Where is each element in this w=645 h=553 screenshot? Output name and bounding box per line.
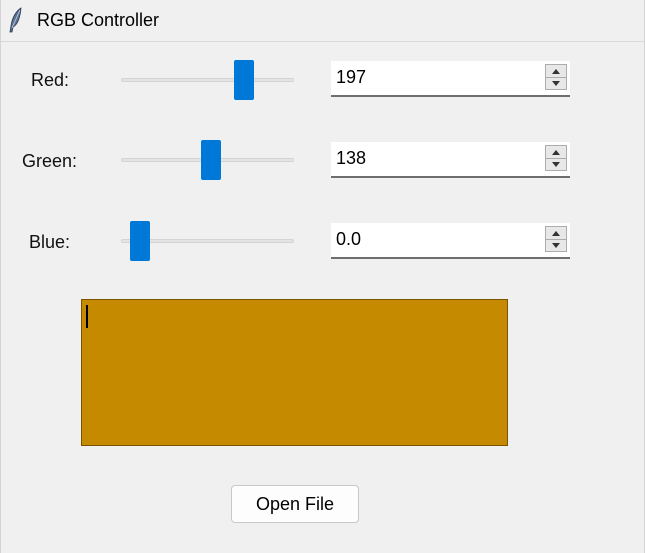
red-slider[interactable] [121,60,294,100]
green-spin-arrows[interactable] [545,145,567,171]
arrow-down-icon [552,242,560,248]
blue-value[interactable]: 0.0 [336,229,361,250]
red-spin-arrows[interactable] [545,64,567,90]
arrow-up-icon [552,149,560,155]
blue-slider[interactable] [121,221,294,261]
green-decrement-button[interactable] [546,158,566,170]
rgb-controller-window: RGB Controller Red: 197 Green: 138 Blue:… [0,0,645,553]
feather-icon [9,7,22,33]
red-slider-track[interactable] [121,78,294,82]
arrow-down-icon [552,80,560,86]
arrow-down-icon [552,161,560,167]
blue-decrement-button[interactable] [546,239,566,251]
arrow-up-icon [552,230,560,236]
color-preview-area[interactable] [81,299,508,446]
blue-spin-arrows[interactable] [545,226,567,252]
blue-label: Blue: [29,232,71,252]
window-title: RGB Controller [37,10,160,30]
blue-slider-thumb[interactable] [130,221,151,261]
open-file-button[interactable]: Open File [231,485,359,523]
red-value[interactable]: 197 [336,67,366,88]
text-cursor [86,305,88,328]
green-spinbox[interactable]: 138 [331,142,570,178]
green-slider-thumb[interactable] [200,140,221,180]
green-label: Green: [22,151,78,171]
red-label: Red: [31,70,70,90]
title-bar[interactable]: RGB Controller [1,0,644,42]
red-slider-thumb[interactable] [234,60,255,100]
green-value[interactable]: 138 [336,148,366,169]
red-decrement-button[interactable] [546,77,566,89]
red-spinbox[interactable]: 197 [331,61,570,97]
arrow-up-icon [552,68,560,74]
blue-spinbox[interactable]: 0.0 [331,223,570,259]
green-slider[interactable] [121,140,294,180]
